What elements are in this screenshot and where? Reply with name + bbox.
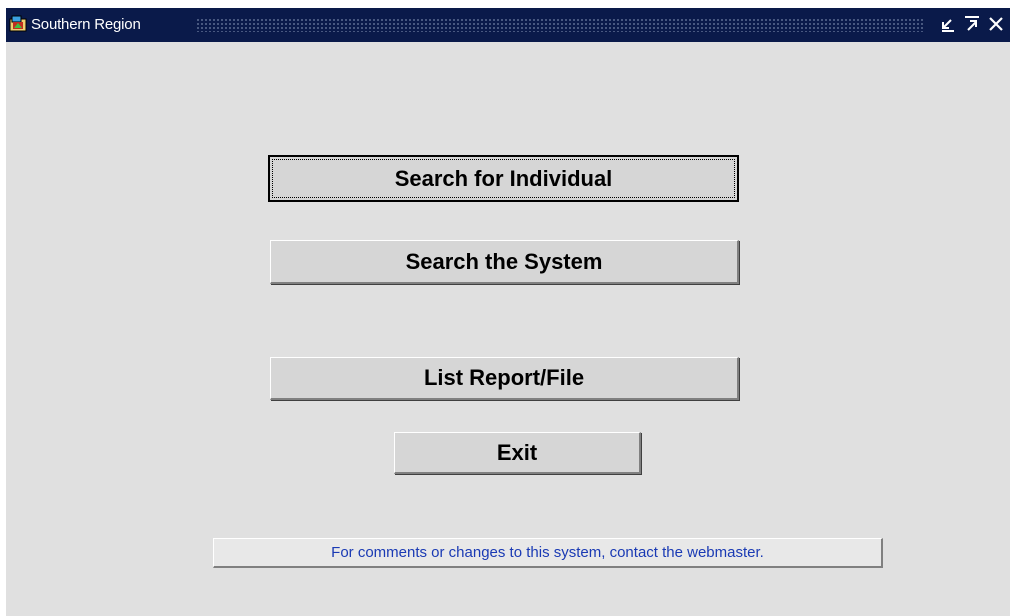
search-system-button[interactable]: Search the System	[270, 240, 739, 284]
contact-webmaster-label: For comments or changes to this system, …	[331, 544, 764, 561]
app-icon	[9, 15, 27, 33]
list-report-label: List Report/File	[423, 365, 585, 390]
app-window: Southern Region Search for Individual Se…	[6, 8, 1010, 616]
minimize-icon[interactable]	[938, 14, 958, 34]
exit-label: Exit	[496, 439, 538, 465]
window-title: Southern Region	[31, 16, 141, 33]
list-report-button[interactable]: List Report/File	[270, 357, 739, 400]
title-bar-pattern	[196, 18, 924, 32]
close-icon[interactable]	[986, 14, 1006, 34]
search-individual-label: Search for Individual	[394, 165, 613, 191]
search-system-label: Search the System	[405, 248, 603, 274]
search-individual-button[interactable]: Search for Individual	[268, 155, 739, 202]
maximize-icon[interactable]	[962, 14, 982, 34]
title-bar[interactable]: Southern Region	[6, 8, 1010, 42]
contact-webmaster-button[interactable]: For comments or changes to this system, …	[213, 538, 883, 568]
exit-button[interactable]: Exit	[394, 432, 641, 474]
